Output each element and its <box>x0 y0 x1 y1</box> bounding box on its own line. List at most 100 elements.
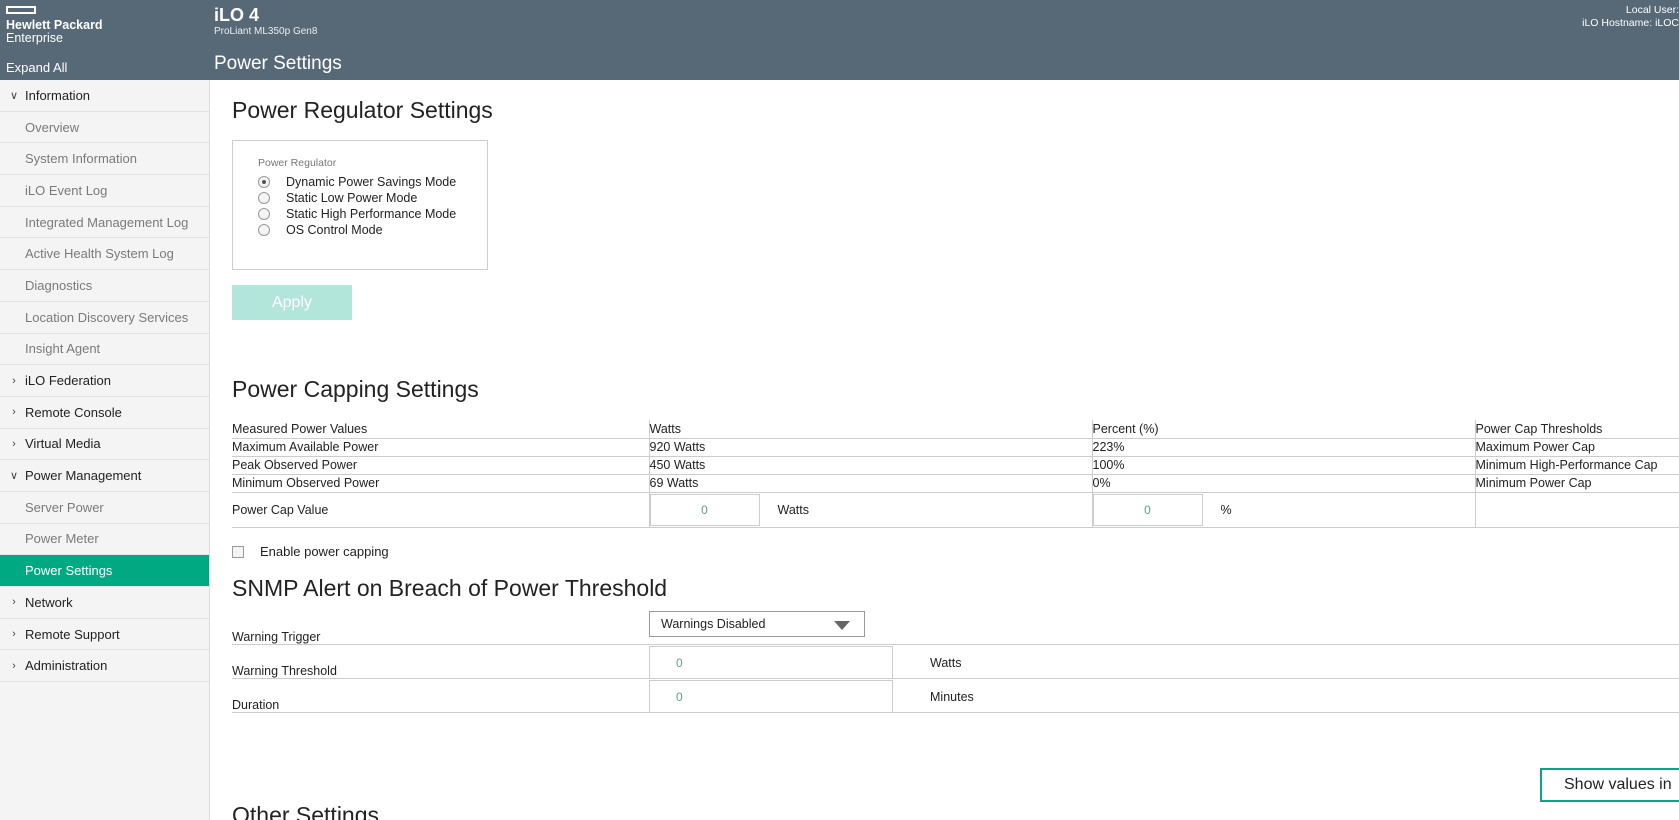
column-header: Percent (%) <box>1092 420 1476 439</box>
main-content: Power Regulator Settings Power Regulator… <box>210 80 1679 820</box>
sidebar-item-label: Administration <box>25 658 108 674</box>
radio-label: Static Low Power Mode <box>286 191 418 205</box>
duration-input[interactable]: 0 <box>649 680 893 713</box>
sidebar-item-power-settings[interactable]: Power Settings <box>0 555 209 587</box>
power-regulator-legend: Power Regulator <box>258 157 337 169</box>
dropdown-arrow-icon <box>834 621 850 630</box>
power-capping-table: Measured Power Values Watts Percent (%) … <box>232 420 1679 528</box>
sidebar-item-label: System Information <box>25 151 137 167</box>
table-cell: 450 Watts <box>649 456 1093 475</box>
chevron-right-icon: › <box>12 659 16 672</box>
column-header: Power Cap Thresholds <box>1475 420 1679 439</box>
power-capping-heading: Power Capping Settings <box>232 376 479 402</box>
warning-trigger-select[interactable]: Warnings Disabled <box>649 611 865 637</box>
radio-button-icon[interactable] <box>258 208 270 220</box>
sidebar-item-label: Overview <box>25 119 80 135</box>
sidebar-item-label: iLO Federation <box>25 373 111 389</box>
sidebar-item-network[interactable]: › Network <box>0 587 209 619</box>
table-cell: Peak Observed Power <box>232 456 650 475</box>
sidebar-item-label: Integrated Management Log <box>25 214 189 230</box>
radio-button-icon[interactable] <box>258 224 270 236</box>
radio-dynamic-power-savings[interactable]: Dynamic Power Savings Mode <box>258 175 456 189</box>
column-header: Measured Power Values <box>232 420 650 439</box>
warning-threshold-label: Warning Threshold <box>232 664 337 678</box>
table-cell: 0% <box>1092 474 1476 493</box>
sidebar-item-remote-support[interactable]: › Remote Support <box>0 619 209 651</box>
enable-power-capping-checkbox[interactable]: Enable power capping <box>232 544 389 559</box>
power-cap-value-row: Power Cap Value 0 Watts 0% <box>232 492 1679 528</box>
sidebar-item-administration[interactable]: › Administration <box>0 650 209 683</box>
chevron-down-icon: ∨ <box>9 89 19 102</box>
warning-threshold-input[interactable]: 0 <box>649 646 893 679</box>
table-cell: Maximum Power Cap <box>1475 438 1679 457</box>
hpe-logo: Hewlett Packard Enterprise <box>6 6 126 45</box>
sidebar-item-diagnostics[interactable]: Diagnostics <box>0 270 209 302</box>
page-title: Power Settings <box>214 53 342 74</box>
radio-static-low-power[interactable]: Static Low Power Mode <box>258 191 417 205</box>
chevron-down-icon: ∨ <box>9 470 19 483</box>
apply-button[interactable]: Apply <box>232 285 352 320</box>
radio-os-control[interactable]: OS Control Mode <box>258 223 383 237</box>
show-values-button[interactable]: Show values in <box>1540 768 1679 802</box>
sidebar-item-power-meter[interactable]: Power Meter <box>0 524 209 556</box>
table-cell: Maximum Available Power <box>232 438 650 457</box>
top-header: Hewlett Packard Enterprise Expand All iL… <box>0 0 1679 80</box>
sidebar-item-label: Active Health System Log <box>25 246 174 262</box>
table-row: Minimum Observed Power 69 Watts 0% Minim… <box>232 474 1679 493</box>
user-info: Local User: iLO Hostname: iLOC <box>1582 4 1679 30</box>
sidebar-item-remote-console[interactable]: › Remote Console <box>0 397 209 429</box>
table-cell: Minimum Observed Power <box>232 474 650 493</box>
empty-cell <box>1475 492 1679 528</box>
table-cell: 223% <box>1092 438 1476 457</box>
table-cell: Minimum Power Cap <box>1475 474 1679 493</box>
other-settings-heading: Other Settings <box>232 802 380 820</box>
duration-unit-label: Minutes <box>930 690 974 704</box>
sidebar-nav: ∨ Information Overview System Information iL… <box>0 80 210 820</box>
chevron-right-icon: › <box>12 596 16 609</box>
sidebar-item-label: Power Management <box>25 468 142 484</box>
table-cell: 69 Watts <box>649 474 1093 493</box>
table-row: Peak Observed Power 450 Watts 100% Minim… <box>232 456 1679 475</box>
radio-button-icon[interactable] <box>258 176 270 188</box>
sidebar-item-ilo-federation[interactable]: › iLO Federation <box>0 365 209 397</box>
sidebar-item-label: Network <box>25 594 73 610</box>
sidebar-item-virtual-media[interactable]: › Virtual Media <box>0 429 209 461</box>
sidebar-item-active-health-system-log[interactable]: Active Health System Log <box>0 238 209 271</box>
chevron-right-icon: › <box>12 374 16 387</box>
sidebar-item-integrated-management-log[interactable]: Integrated Management Log <box>0 207 209 239</box>
sidebar-item-label: Diagnostics <box>25 277 93 293</box>
sidebar-item-insight-agent[interactable]: Insight Agent <box>0 334 209 366</box>
sidebar-item-location-discovery-services[interactable]: Location Discovery Services <box>0 302 209 334</box>
table-header-row: Measured Power Values Watts Percent (%) … <box>232 420 1679 439</box>
sidebar-item-server-power[interactable]: Server Power <box>0 492 209 524</box>
power-cap-percent-input[interactable]: 0 <box>1092 493 1203 526</box>
radio-static-high-performance[interactable]: Static High Performance Mode <box>258 207 456 221</box>
chevron-right-icon: › <box>12 437 16 450</box>
warning-trigger-row: Warning Trigger Warnings Disabled <box>232 611 1679 645</box>
sidebar-item-label: iLO Event Log <box>25 182 108 198</box>
sidebar-item-label: Power Settings <box>25 563 113 579</box>
power-cap-watts-input[interactable]: 0 <box>649 493 760 526</box>
radio-button-icon[interactable] <box>258 192 270 204</box>
sidebar-item-information[interactable]: ∨ Information <box>0 80 209 112</box>
table-cell: Minimum High-Performance Cap <box>1475 456 1679 475</box>
warning-threshold-row: Warning Threshold 0 Watts <box>232 645 1679 679</box>
duration-label: Duration <box>232 698 280 712</box>
sidebar-item-label: Information <box>25 87 91 103</box>
expand-all-link[interactable]: Expand All <box>6 60 67 75</box>
local-user-label[interactable]: Local User: <box>1582 4 1679 17</box>
power-regulator-fieldset: Power Regulator Dynamic Power Savings Mo… <box>232 140 488 270</box>
power-cap-watts-cell: 0 Watts <box>649 492 1093 528</box>
sidebar-item-system-information[interactable]: System Information <box>0 143 209 176</box>
sidebar-item-label: Remote Console <box>25 404 122 420</box>
sidebar-item-label: Power Meter <box>25 531 99 547</box>
table-cell: 920 Watts <box>649 438 1093 457</box>
checkbox-icon[interactable] <box>232 545 244 558</box>
duration-row: Duration 0 Minutes <box>232 679 1679 713</box>
sidebar-item-overview[interactable]: Overview <box>0 112 209 144</box>
sidebar-item-label: Insight Agent <box>25 341 101 357</box>
sidebar-item-power-management[interactable]: ∨ Power Management <box>0 460 209 492</box>
power-regulator-heading: Power Regulator Settings <box>232 97 493 123</box>
sidebar-item-ilo-event-log[interactable]: iLO Event Log <box>0 175 209 207</box>
chevron-right-icon: › <box>12 628 16 641</box>
